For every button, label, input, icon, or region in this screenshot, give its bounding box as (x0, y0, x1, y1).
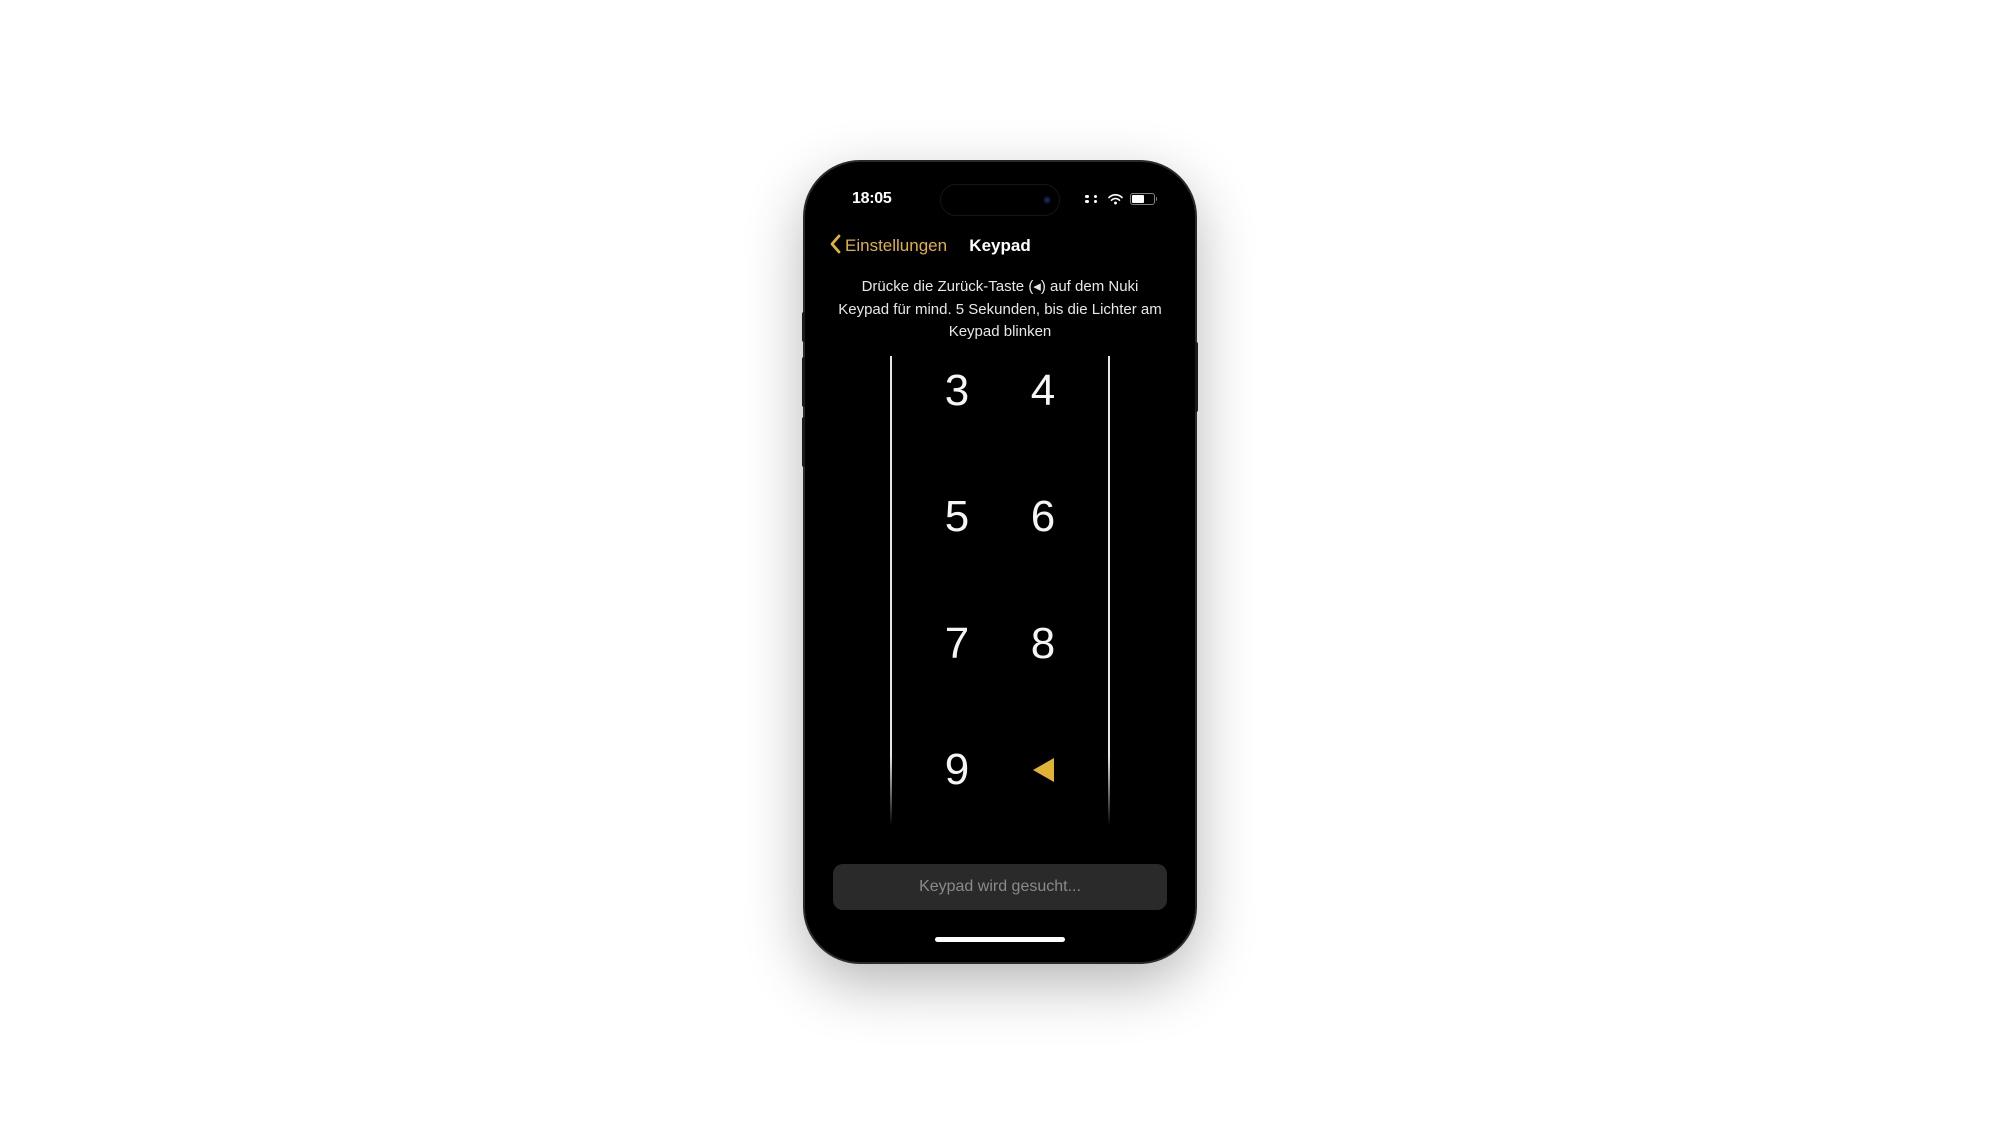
search-status-button: Keypad wird gesucht... (833, 864, 1167, 910)
keypad-key-8: 8 (1023, 621, 1063, 667)
keypad-grid: 3 4 5 6 7 8 9 (937, 356, 1063, 826)
camera-dot (1043, 196, 1051, 204)
keypad-border-left (890, 356, 892, 826)
chevron-left-icon (829, 234, 841, 258)
back-button[interactable]: Einstellungen (829, 234, 947, 258)
keypad-key-7: 7 (937, 621, 977, 667)
keypad-illustration: 3 4 5 6 7 8 9 (890, 356, 1110, 826)
back-triangle-icon (1029, 755, 1057, 785)
keypad-back-key (1023, 747, 1063, 793)
keypad-key-4: 4 (1023, 368, 1063, 414)
keypad-key-6: 6 (1023, 494, 1063, 540)
nav-bar: Einstellungen Keypad (817, 224, 1183, 268)
battery-icon (1130, 193, 1155, 205)
screen: 18:05 (817, 174, 1183, 950)
wifi-icon (1107, 193, 1124, 205)
back-label: Einstellungen (845, 236, 947, 256)
phone-frame: 18:05 (805, 162, 1195, 962)
cellular-icon (1085, 195, 1101, 204)
status-icons (1085, 193, 1155, 205)
keypad-key-3: 3 (937, 368, 977, 414)
keypad-key-9: 9 (937, 747, 977, 793)
status-time: 18:05 (852, 190, 891, 208)
home-indicator[interactable] (935, 937, 1065, 942)
page-title: Keypad (969, 236, 1030, 256)
dynamic-island (940, 184, 1060, 216)
instruction-text: Drücke die Zurück-Taste (◂) auf dem Nuki… (817, 268, 1183, 356)
keypad-border-right (1108, 356, 1110, 826)
keypad-key-5: 5 (937, 494, 977, 540)
